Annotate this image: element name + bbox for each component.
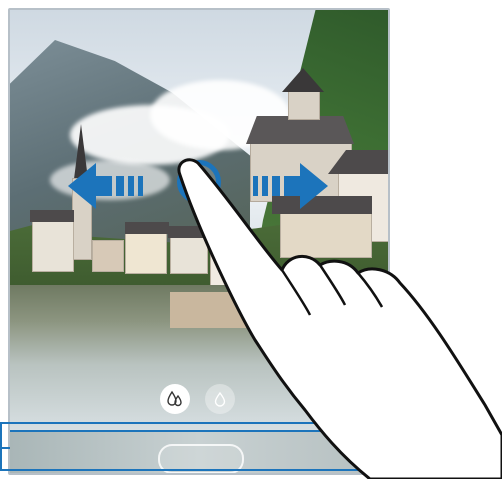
roof [125, 222, 169, 234]
house [125, 232, 167, 274]
pointing-hand-icon [177, 158, 502, 479]
house [92, 240, 124, 272]
house [32, 218, 74, 272]
church-roof [246, 116, 354, 144]
roof [30, 210, 74, 222]
church-belltower [288, 88, 320, 120]
callout-line [0, 447, 10, 449]
arrow-left-icon [68, 163, 143, 209]
